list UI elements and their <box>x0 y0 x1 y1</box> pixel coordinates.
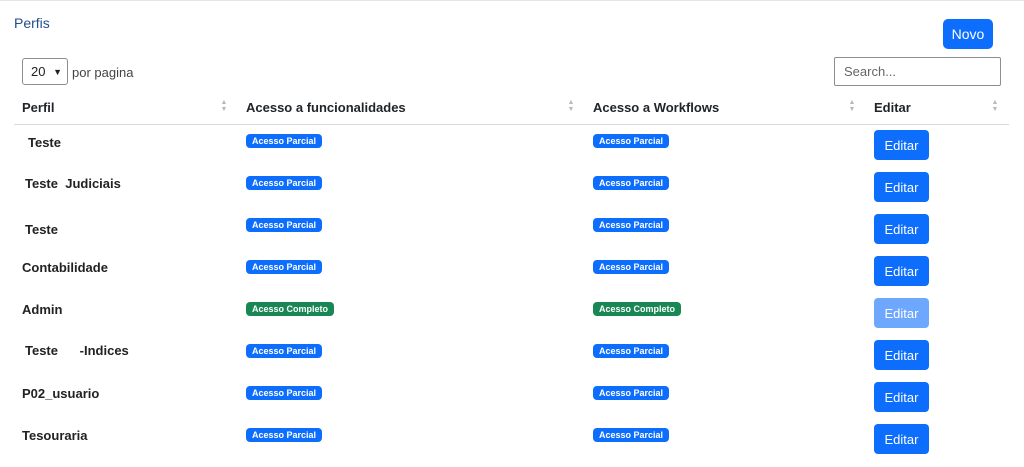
workflow-access-badge: Acesso Parcial <box>593 176 670 190</box>
edit-button[interactable]: Editar <box>874 424 929 454</box>
workflow-access-badge: Acesso Parcial <box>593 260 670 274</box>
functionality-access-badge: Acesso Parcial <box>246 218 323 232</box>
workflow-access-badge: Acesso Parcial <box>593 428 670 442</box>
profile-name: Teste -Indices <box>25 343 129 358</box>
table-row: Admin Acesso Completo Acesso Completo Ed… <box>14 293 1009 335</box>
functionality-access-badge: Acesso Completo <box>246 302 335 316</box>
table-row: Teste Acesso Parcial Acesso Parcial Edit… <box>14 209 1009 251</box>
edit-button[interactable]: Editar <box>874 382 929 412</box>
profile-name: Teste <box>28 135 61 150</box>
profile-name: Admin <box>22 302 63 317</box>
table-row: Contabilidade Acesso Parcial Acesso Parc… <box>14 251 1009 293</box>
table-row: Teste Acesso Parcial Acesso Parcial Edit… <box>14 125 1009 167</box>
chevron-down-icon: ▼ <box>53 66 62 77</box>
edit-button[interactable]: Editar <box>874 340 929 370</box>
functionality-access-badge: Acesso Parcial <box>246 260 323 274</box>
sort-icon[interactable]: ▲ ▼ <box>221 99 228 117</box>
functionality-access-badge: Acesso Parcial <box>246 176 323 190</box>
profile-name: Teste Judiciais <box>25 176 121 191</box>
table-header: Perfil ▲ ▼ Acesso a funcionalidades ▲ ▼ Ac… <box>14 89 1009 125</box>
new-profile-button[interactable]: Novo <box>943 19 993 49</box>
table-row: P02_usuario Acesso Parcial Acesso Parcia… <box>14 377 1009 419</box>
page-size-value: 20 <box>31 64 46 79</box>
functionality-access-badge: Acesso Parcial <box>246 386 323 400</box>
edit-button[interactable]: Editar <box>874 298 929 328</box>
workflow-access-badge: Acesso Parcial <box>593 344 670 358</box>
per-page-label: por pagina <box>72 65 134 80</box>
page-title: Perfis <box>14 15 50 31</box>
functionality-access-badge: Acesso Parcial <box>246 428 323 442</box>
sort-icon[interactable]: ▲ ▼ <box>568 99 575 117</box>
functionality-access-badge: Acesso Parcial <box>246 134 323 148</box>
workflow-access-badge: Acesso Completo <box>593 302 682 316</box>
profile-name: P02_usuario <box>22 386 100 401</box>
table-row: Tesouraria Acesso Parcial Acesso Parcial… <box>14 419 1009 461</box>
profile-name: Teste <box>25 222 58 237</box>
edit-button[interactable]: Editar <box>874 130 929 160</box>
column-header-funcionalidades[interactable]: Acesso a funcionalidades <box>246 100 406 115</box>
search-input[interactable] <box>834 57 1001 86</box>
column-header-perfil[interactable]: Perfil <box>22 100 55 115</box>
sort-icon[interactable]: ▲ ▼ <box>992 99 999 117</box>
edit-button[interactable]: Editar <box>874 256 929 286</box>
page-size-select[interactable]: 20 ▼ <box>22 58 68 85</box>
workflow-access-badge: Acesso Parcial <box>593 134 670 148</box>
profile-name: Contabilidade <box>22 260 108 275</box>
top-divider <box>0 0 1024 1</box>
workflow-access-badge: Acesso Parcial <box>593 218 670 232</box>
sort-icon[interactable]: ▲ ▼ <box>849 99 856 117</box>
functionality-access-badge: Acesso Parcial <box>246 344 323 358</box>
profile-name: Tesouraria <box>22 428 88 443</box>
column-header-workflows[interactable]: Acesso a Workflows <box>593 100 719 115</box>
edit-button[interactable]: Editar <box>874 214 929 244</box>
workflow-access-badge: Acesso Parcial <box>593 386 670 400</box>
table-row: Teste -Indices Acesso Parcial Acesso Par… <box>14 335 1009 377</box>
table-row: Teste Judiciais Acesso Parcial Acesso Pa… <box>14 167 1009 209</box>
edit-button[interactable]: Editar <box>874 172 929 202</box>
column-header-editar[interactable]: Editar <box>874 100 911 115</box>
